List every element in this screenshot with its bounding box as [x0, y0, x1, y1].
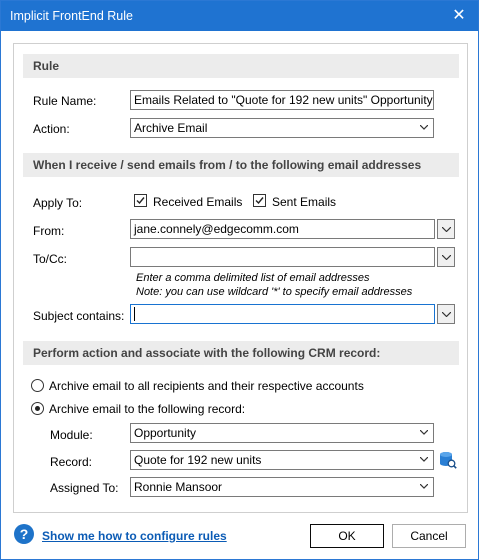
- chevron-down-icon: [442, 255, 451, 260]
- crm-section-title: Perform action and associate with the fo…: [33, 346, 381, 360]
- database-search-icon[interactable]: [439, 451, 457, 469]
- from-label: From:: [33, 224, 65, 238]
- assigned-to-label: Assigned To:: [50, 481, 119, 495]
- hint-line-2: Note: you can use wildcard '*' to specif…: [136, 286, 413, 298]
- action-select-value: Archive Email: [134, 121, 208, 135]
- tocc-input[interactable]: [130, 247, 435, 267]
- email-section-header: When I receive / send emails from / to t…: [23, 153, 459, 177]
- email-section-title: When I receive / send emails from / to t…: [33, 158, 422, 172]
- received-emails-checkbox[interactable]: [134, 194, 147, 207]
- dialog-window: Implicit FrontEnd Rule ✕ Rule Rule Name:…: [0, 0, 479, 560]
- chevron-down-icon: [442, 227, 451, 232]
- close-icon[interactable]: ✕: [446, 3, 472, 29]
- module-select-value: Opportunity: [134, 426, 197, 440]
- tocc-label: To/Cc:: [33, 252, 68, 266]
- hint-line-1: Enter a comma delimited list of email ad…: [136, 272, 370, 284]
- checkmark-icon: [255, 197, 264, 205]
- checkmark-icon: [136, 197, 145, 205]
- title-bar[interactable]: Implicit FrontEnd Rule ✕: [1, 1, 478, 31]
- rule-name-input[interactable]: Emails Related to "Quote for 192 new uni…: [130, 90, 434, 110]
- radio-archive-all-label[interactable]: Archive email to all recipients and thei…: [49, 379, 364, 393]
- radio-archive-record-label[interactable]: Archive email to the following record:: [49, 402, 245, 416]
- module-label: Module:: [50, 428, 93, 442]
- subject-label: Subject contains:: [33, 309, 125, 323]
- sent-emails-checkbox[interactable]: [253, 194, 266, 207]
- cancel-button[interactable]: Cancel: [392, 524, 466, 548]
- chevron-down-icon: [420, 430, 428, 435]
- radio-archive-all[interactable]: [31, 379, 44, 392]
- assigned-to-select[interactable]: Ronnie Mansoor: [130, 477, 434, 497]
- help-icon[interactable]: ?: [14, 524, 34, 544]
- rule-section-header: Rule: [23, 54, 459, 78]
- received-emails-label[interactable]: Received Emails: [153, 195, 242, 209]
- chevron-down-icon: [420, 125, 428, 130]
- crm-section-header: Perform action and associate with the fo…: [23, 341, 459, 365]
- window-title: Implicit FrontEnd Rule: [10, 9, 133, 23]
- ok-button[interactable]: OK: [310, 524, 384, 548]
- action-label: Action:: [33, 122, 70, 136]
- sent-emails-label[interactable]: Sent Emails: [272, 195, 336, 209]
- rule-section-title: Rule: [33, 59, 60, 73]
- chevron-down-icon: [442, 312, 451, 317]
- record-select[interactable]: Quote for 192 new units: [130, 450, 434, 470]
- from-dropdown-button[interactable]: [437, 219, 455, 239]
- subject-input[interactable]: [130, 304, 435, 324]
- from-input[interactable]: jane.connely@edgecomm.com: [130, 219, 435, 239]
- apply-to-label: Apply To:: [33, 196, 83, 210]
- record-label: Record:: [50, 455, 93, 469]
- assigned-to-select-value: Ronnie Mansoor: [134, 480, 223, 494]
- configure-rules-link[interactable]: Show me how to configure rules: [42, 529, 227, 543]
- chevron-down-icon: [420, 457, 428, 462]
- radio-archive-record[interactable]: [31, 402, 44, 415]
- radio-selected-dot: [35, 406, 40, 411]
- action-select[interactable]: Archive Email: [130, 118, 434, 138]
- text-caret: [134, 306, 135, 321]
- record-select-value: Quote for 192 new units: [134, 453, 262, 467]
- module-select[interactable]: Opportunity: [130, 423, 434, 443]
- subject-dropdown-button[interactable]: [437, 304, 455, 324]
- chevron-down-icon: [420, 484, 428, 489]
- rule-name-label: Rule Name:: [33, 94, 97, 108]
- tocc-dropdown-button[interactable]: [437, 247, 455, 267]
